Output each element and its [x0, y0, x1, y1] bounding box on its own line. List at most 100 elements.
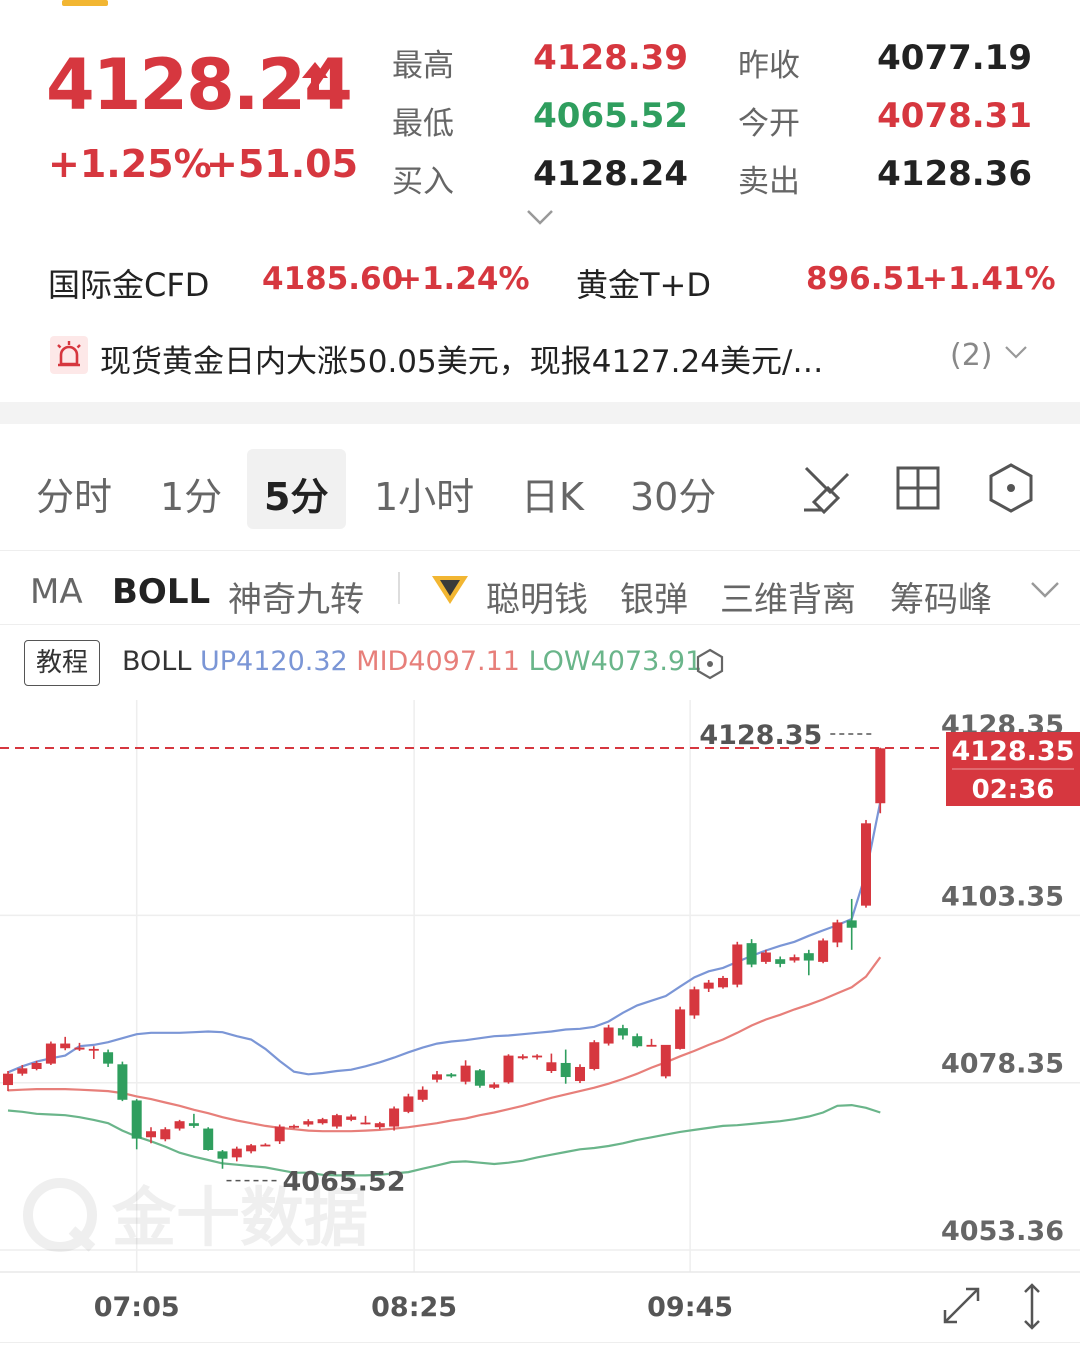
candle-body [131, 1100, 142, 1139]
tab-1hour[interactable]: 1小时 [374, 466, 474, 521]
candle [474, 1068, 485, 1088]
tab-30min[interactable]: 30分 [630, 466, 716, 521]
x-tick-label: 08:25 [371, 1292, 457, 1323]
y-tick-label: 4053.36 [941, 1216, 1064, 1247]
candle [660, 1044, 671, 1079]
candle-body [45, 1043, 56, 1064]
candle-body [231, 1148, 242, 1158]
stat-label-high: 最高 [392, 48, 454, 84]
candle [231, 1146, 242, 1162]
indicator-3d-divergence[interactable]: 三维背离 [720, 572, 856, 621]
stat-value-high: 4128.39 [533, 38, 688, 78]
chevron-down-icon[interactable] [526, 208, 554, 226]
tab-1min[interactable]: 1分 [160, 466, 222, 521]
candle [432, 1070, 442, 1083]
related-name-cfd[interactable]: 国际金CFD [48, 260, 209, 306]
candle [217, 1149, 228, 1169]
candle-body [603, 1027, 614, 1044]
candle [131, 1099, 142, 1150]
candle-body [246, 1145, 257, 1152]
related-name-td[interactable]: 黄金T+D [576, 260, 711, 306]
candle [374, 1121, 385, 1130]
related-pct-td: +1.41% [922, 261, 1056, 297]
candle [861, 819, 871, 908]
settings-hexagon-icon[interactable] [986, 462, 1036, 514]
legend-up: UP4120.32 [199, 646, 348, 677]
candle [417, 1086, 428, 1102]
candle-body [532, 1055, 543, 1058]
x-tick-label: 07:05 [94, 1292, 180, 1323]
tab-5min[interactable]: 5分 [264, 466, 328, 521]
section-separator [0, 402, 1080, 424]
divider [0, 624, 1080, 625]
indicator-magic-nine[interactable]: 神奇九转 [228, 572, 364, 621]
chevron-down-icon[interactable] [1004, 344, 1028, 360]
candle [646, 1038, 657, 1047]
indicator-smart-money[interactable]: 聪明钱 [486, 572, 588, 621]
candle [803, 949, 814, 976]
candle-body [31, 1062, 42, 1069]
candle-body [103, 1052, 114, 1064]
x-tick-label: 09:45 [647, 1292, 733, 1323]
legend-name: BOLL [122, 646, 192, 677]
candle [389, 1106, 400, 1131]
tab-daily[interactable]: 日K [521, 466, 584, 521]
candle [675, 1006, 686, 1050]
low-price-label: 4065.52 [283, 1167, 406, 1198]
layout-grid-icon[interactable] [894, 464, 942, 512]
candle-body [289, 1125, 299, 1128]
candle-body [846, 920, 857, 928]
candle-body [589, 1042, 600, 1069]
candle [188, 1113, 199, 1128]
tutorial-button[interactable]: 教程 [24, 640, 100, 686]
indicator-settings-icon[interactable] [694, 648, 726, 680]
candle [789, 954, 800, 963]
indicator-ma[interactable]: MA [30, 572, 83, 612]
candle [589, 1040, 600, 1071]
candle [331, 1113, 342, 1129]
tab-timeshare[interactable]: 分时 [36, 466, 112, 521]
candle [689, 986, 700, 1019]
candle [117, 1061, 128, 1102]
candle-body [760, 952, 771, 962]
candle-body [432, 1074, 442, 1080]
candle [103, 1049, 114, 1067]
fullscreen-icon[interactable] [943, 1287, 980, 1324]
stat-label-open: 今开 [738, 106, 800, 142]
vertical-scale-icon[interactable] [1024, 1283, 1040, 1330]
indicator-chip-peak[interactable]: 筹码峰 [890, 572, 992, 621]
candle-body [875, 748, 886, 804]
candle-body [803, 953, 814, 961]
stat-value-low: 4065.52 [533, 96, 688, 136]
candle-body [88, 1048, 99, 1051]
candle [460, 1060, 471, 1085]
candle [718, 975, 728, 989]
current-price-tag: 4128.35 02:36 [946, 732, 1080, 806]
candle [303, 1119, 314, 1127]
up-arrow-icon [302, 62, 328, 98]
candle [446, 1073, 457, 1078]
chart-tools[interactable] [943, 1283, 1040, 1330]
candle [160, 1127, 171, 1142]
price-tag-value: 4128.35 [952, 736, 1075, 767]
candle [346, 1114, 357, 1122]
candle-body [718, 977, 728, 988]
stat-label-bid: 买入 [392, 164, 454, 200]
candle [603, 1024, 614, 1046]
high-price-label: 4128.35 [699, 720, 822, 751]
draw-tool-icon[interactable] [800, 462, 852, 514]
indicator-silver-bullet[interactable]: 银弹 [620, 572, 688, 621]
change-percent: +1.25% [48, 142, 212, 186]
candlestick-chart[interactable]: 金十数据 4128.354103.354078.354053.364128.35… [0, 700, 1080, 1342]
news-count[interactable]: (2) [950, 338, 993, 373]
candle [732, 941, 743, 988]
candle-body [460, 1065, 471, 1082]
candle-body [775, 959, 786, 964]
chevron-down-icon[interactable] [1030, 580, 1060, 600]
stat-label-ask: 卖出 [738, 164, 800, 200]
news-headline[interactable]: 现货黄金日内大涨50.05美元，现报4127.24美元/… [100, 336, 823, 381]
candle [575, 1064, 585, 1084]
diamond-icon [432, 576, 468, 604]
stat-label-low: 最低 [392, 106, 454, 142]
indicator-boll[interactable]: BOLL [112, 572, 210, 612]
